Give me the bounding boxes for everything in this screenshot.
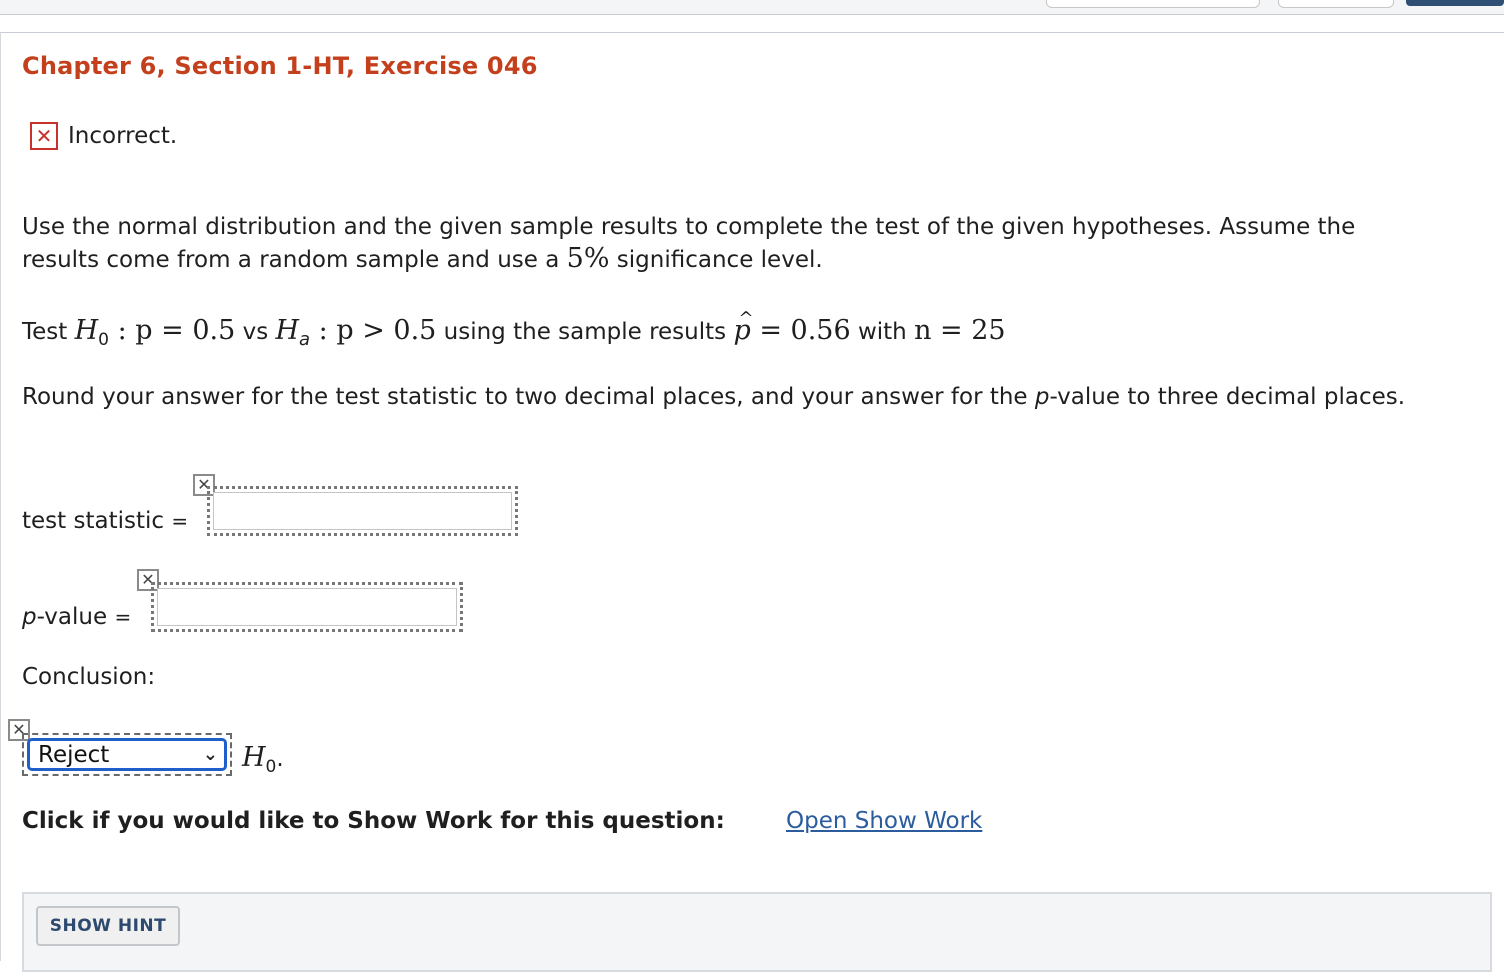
show-hint-button[interactable]: SHOW HINT [36,906,180,946]
conclusion-selected-value: Reject [38,741,110,768]
toolbar-button[interactable] [1046,0,1260,8]
null-hypothesis: : p = 0.5 [108,315,236,346]
status-text: Incorrect. [68,123,178,149]
show-work-prompt: Click if you would like to Show Work for… [22,808,725,834]
toolbar-primary-button[interactable] [1406,0,1504,6]
sample-size: n = 25 [914,315,1006,346]
rounding-instruction: Round your answer for the test statistic… [22,384,1406,410]
significance-level: 5% [566,243,610,274]
h0-symbol: H [74,315,99,346]
sample-proportion: = 0.56 [750,315,851,346]
ha-symbol: H [275,315,300,346]
conclusion-select-frame: Reject ⌄ [22,733,232,776]
hint-panel [22,892,1492,972]
conclusion-select[interactable]: Reject ⌄ [27,738,227,771]
p-value-field-frame [151,582,463,632]
status-row: ✕ Incorrect. [30,120,177,152]
alternative-hypothesis: : p > 0.5 [310,315,437,346]
p-value-label: p-value = [22,604,132,630]
test-statistic-label: test statistic = [22,508,189,534]
p-value-input[interactable] [157,588,457,626]
p-hat-symbol: ^ p [733,308,754,346]
test-statistic-input[interactable] [213,492,512,530]
chevron-down-icon: ⌄ [202,744,218,765]
conclusion-label: Conclusion: [22,664,156,690]
test-statistic-field-frame [207,486,518,536]
page-title: Chapter 6, Section 1-HT, Exercise 046 [22,52,538,80]
top-toolbar [0,0,1504,15]
toolbar-button[interactable] [1278,0,1394,8]
hypotheses-statement: Test H0 : p = 0.5 vs Ha : p > 0.5 using … [22,308,1006,350]
conclusion-h0: H0. [242,742,284,777]
incorrect-x-icon: ✕ [30,122,58,150]
open-show-work-link[interactable]: Open Show Work [786,808,982,834]
instructions-line-2: results come from a random sample and us… [22,243,823,274]
instructions-line-1: Use the normal distribution and the give… [22,214,1356,240]
